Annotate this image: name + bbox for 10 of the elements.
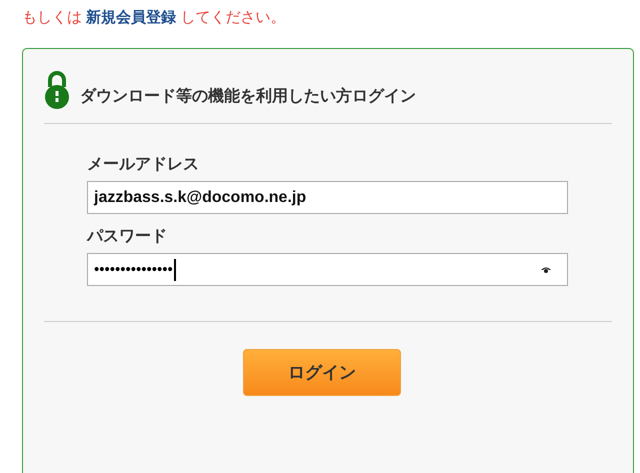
notice-text: もしくは 新規会員登録 してください。 <box>22 8 286 28</box>
register-link[interactable]: 新規会員登録 <box>86 9 176 26</box>
lock-icon <box>44 71 70 109</box>
login-button[interactable]: ログイン <box>243 349 401 396</box>
field-label: パスワード <box>87 227 168 247</box>
password-field[interactable]: ••••••••••••••• <box>87 253 568 286</box>
panel-heading: ダウンロード等の機能を利用したい方ログイン <box>80 86 416 107</box>
field-label: メールアドレス <box>87 155 200 175</box>
eye-icon[interactable] <box>541 266 551 273</box>
email-field[interactable]: jazzbass.s.k@docomo.ne.jp <box>87 181 568 214</box>
